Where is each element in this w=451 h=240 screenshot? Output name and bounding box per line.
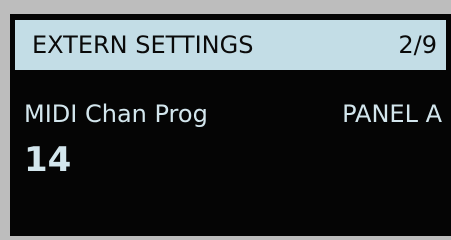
page-title: EXTERN SETTINGS <box>32 31 254 59</box>
header-bar: EXTERN SETTINGS 2/9 <box>15 20 446 70</box>
parameter-value: 14 <box>24 140 72 180</box>
parameter-label: MIDI Chan Prog <box>24 100 208 128</box>
page-indicator: 2/9 <box>398 31 437 59</box>
lcd-screen: EXTERN SETTINGS 2/9 MIDI Chan Prog PANEL… <box>10 14 451 236</box>
panel-label: PANEL A <box>342 100 442 128</box>
